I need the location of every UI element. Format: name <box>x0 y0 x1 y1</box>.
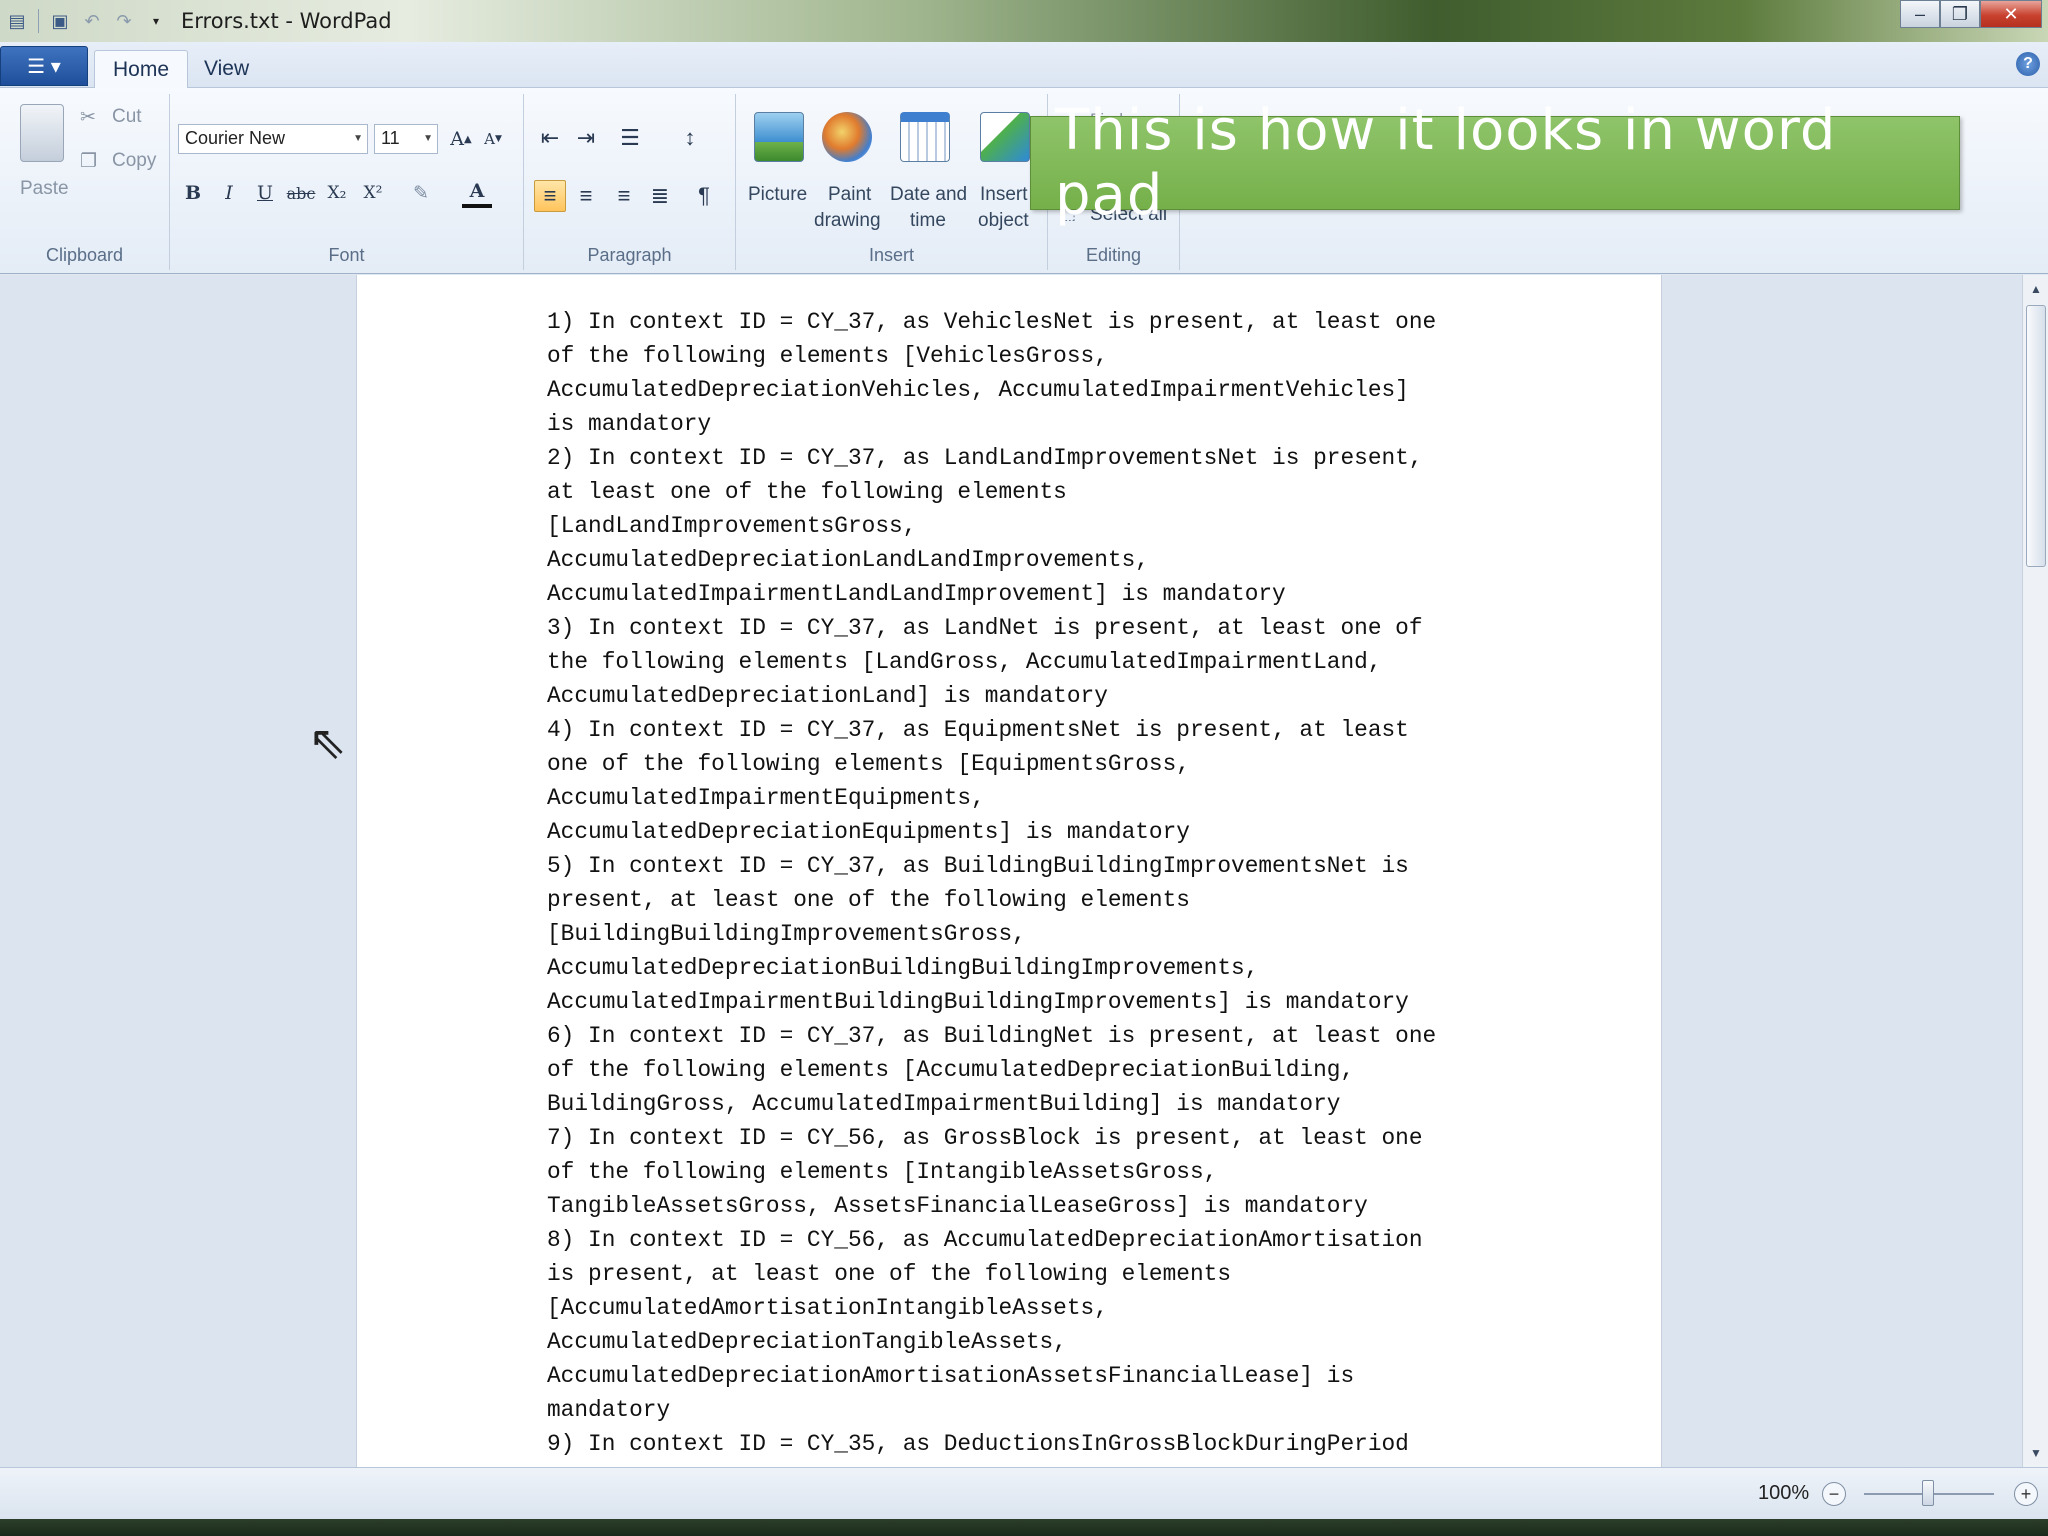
font-size-value: 11 <box>381 128 400 148</box>
insert-group: Picture Paint drawing Date and time Inse… <box>736 94 1048 270</box>
shrink-font-button[interactable]: A ▼ <box>478 124 508 154</box>
decrease-indent-icon[interactable]: ⇤ <box>534 122 566 154</box>
italic-button[interactable]: I <box>214 178 244 208</box>
paragraph-settings-icon[interactable]: ¶ <box>688 180 720 212</box>
document-text[interactable]: 1) In context ID = CY_37, as VehiclesNet… <box>547 305 1547 1461</box>
font-group: Courier New ▼ 11 ▼ A ▲ A ▼ B I U abc X₂ X²… <box>170 94 524 270</box>
copy-icon[interactable]: ❐ <box>80 150 97 173</box>
paragraph-group-label: Paragraph <box>587 245 672 265</box>
paint-drawing-label-2[interactable]: drawing <box>814 210 881 232</box>
undo-icon[interactable]: ↶ <box>81 10 103 32</box>
font-family-select[interactable]: Courier New ▼ <box>178 124 368 154</box>
line-spacing-icon[interactable]: ↕ <box>674 122 706 154</box>
customize-qat-icon[interactable]: ▾ <box>145 10 167 32</box>
text-color-icon[interactable]: A <box>462 178 492 208</box>
qat-separator <box>38 9 39 33</box>
title-bar: ▤ ▣ ↶ ↷ ▾ Errors.txt - WordPad – ❐ ✕ <box>0 0 2048 42</box>
bullet-list-icon[interactable]: ☰ <box>614 122 646 154</box>
paint-drawing-icon[interactable] <box>822 112 872 162</box>
insert-group-label: Insert <box>868 245 915 265</box>
zoom-out-button[interactable]: − <box>1822 1482 1846 1506</box>
paste-icon[interactable] <box>20 104 64 162</box>
quick-access-toolbar: ▤ ▣ ↶ ↷ ▾ <box>0 0 167 42</box>
close-button[interactable]: ✕ <box>1980 0 2042 28</box>
subscript-button[interactable]: X₂ <box>322 178 352 208</box>
restore-button[interactable]: ❐ <box>1940 0 1980 28</box>
editing-group-label: Editing <box>1085 245 1142 265</box>
font-size-select[interactable]: 11 ▼ <box>374 124 438 154</box>
insert-object-label-1[interactable]: Insert <box>980 184 1028 206</box>
copy-button[interactable]: Copy <box>112 150 156 172</box>
superscript-button[interactable]: X² <box>358 178 388 208</box>
wordpad-app-icon[interactable]: ▤ <box>6 10 28 32</box>
scrollbar-thumb[interactable] <box>2026 305 2046 567</box>
chevron-down-icon: ▼ <box>353 133 363 144</box>
tab-view[interactable]: View <box>186 50 267 88</box>
window-title: Errors.txt - WordPad <box>181 9 392 33</box>
mouse-pointer-icon: ⇖ <box>308 716 347 768</box>
date-time-label-1[interactable]: Date and <box>890 184 967 206</box>
bold-button[interactable]: B <box>178 178 208 208</box>
overlay-banner: This is how it looks in word pad <box>1030 98 1960 228</box>
status-bar: 100% − + <box>0 1467 2048 1519</box>
vertical-scrollbar[interactable]: ▲ ▼ <box>2022 275 2048 1467</box>
window-controls: – ❐ ✕ <box>1900 0 2042 30</box>
save-icon[interactable]: ▣ <box>49 10 71 32</box>
cut-button[interactable]: Cut <box>112 106 142 128</box>
font-family-value: Courier New <box>185 128 286 148</box>
zoom-level: 100% <box>1758 1482 1810 1504</box>
application-menu-button[interactable]: ☰ ▾ <box>0 46 88 86</box>
date-time-label-2[interactable]: time <box>910 210 946 232</box>
tab-home[interactable]: Home <box>94 50 189 88</box>
minimize-button[interactable]: – <box>1900 0 1940 28</box>
paint-drawing-label-1[interactable]: Paint <box>828 184 871 206</box>
cut-icon[interactable]: ✂ <box>80 106 96 129</box>
picture-button[interactable]: Picture <box>748 184 807 206</box>
help-icon[interactable]: ? <box>2016 52 2040 76</box>
clipboard-group-label: Clipboard <box>45 245 124 265</box>
scroll-down-icon[interactable]: ▼ <box>2023 1441 2048 1465</box>
grow-font-button[interactable]: A ▲ <box>446 124 476 154</box>
clipboard-group: Paste ✂ Cut ❐ Copy Clipboard <box>0 94 170 270</box>
insert-object-icon[interactable] <box>980 112 1030 162</box>
chevron-down-icon: ▼ <box>423 133 433 144</box>
align-left-icon[interactable]: ≡ <box>534 180 566 212</box>
zoom-in-button[interactable]: + <box>2014 1482 2038 1506</box>
highlight-color-icon[interactable]: ✎ <box>406 178 436 208</box>
paste-button[interactable]: Paste <box>20 178 69 200</box>
increase-indent-icon[interactable]: ⇥ <box>570 122 602 154</box>
redo-icon[interactable]: ↷ <box>113 10 135 32</box>
taskbar <box>0 1519 2048 1536</box>
align-right-icon[interactable]: ≡ <box>608 180 640 212</box>
calendar-icon[interactable] <box>900 112 950 162</box>
scroll-up-icon[interactable]: ▲ <box>2023 277 2048 301</box>
document-page[interactable]: 1) In context ID = CY_37, as VehiclesNet… <box>356 275 1662 1467</box>
underline-button[interactable]: U <box>250 178 280 208</box>
document-area[interactable]: 1) In context ID = CY_37, as VehiclesNet… <box>0 275 2022 1467</box>
ribbon-tab-row: ☰ ▾ Home View ? <box>0 42 2048 88</box>
zoom-slider-thumb[interactable] <box>1922 1480 1934 1506</box>
picture-icon[interactable] <box>754 112 804 162</box>
font-group-label: Font <box>328 245 365 265</box>
strikethrough-button[interactable]: abc <box>286 178 316 208</box>
justify-icon[interactable]: ≣ <box>644 180 676 212</box>
paragraph-group: ⇤ ⇥ ☰ ↕ ≡ ≡ ≡ ≣ ¶ Paragraph <box>524 94 736 270</box>
align-center-icon[interactable]: ≡ <box>570 180 602 212</box>
insert-object-label-2[interactable]: object <box>978 210 1029 232</box>
